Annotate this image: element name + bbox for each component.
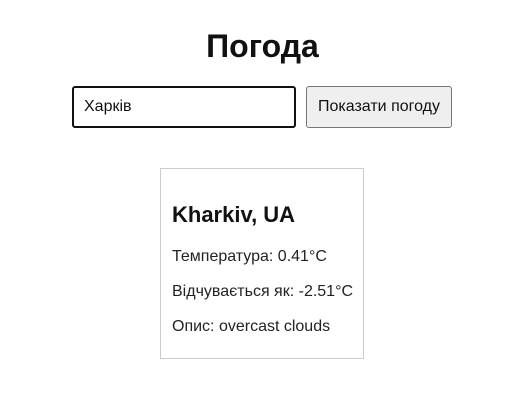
weather-feels-like: Відчувається як: -2.51°C bbox=[172, 283, 354, 300]
search-form: Показати погоду bbox=[0, 86, 525, 128]
show-weather-button[interactable]: Показати погоду bbox=[306, 86, 452, 128]
weather-card: Kharkiv, UA Температура: 0.41°C Відчуває… bbox=[160, 168, 364, 359]
weather-city: Kharkiv, UA bbox=[172, 202, 296, 227]
city-input[interactable] bbox=[72, 86, 296, 128]
page-title: Погода bbox=[206, 28, 319, 64]
weather-page: Погода Показати погоду Kharkiv, UA Темпе… bbox=[0, 0, 525, 400]
weather-description: Опис: overcast clouds bbox=[172, 318, 331, 335]
weather-temperature: Температура: 0.41°C bbox=[172, 248, 327, 265]
